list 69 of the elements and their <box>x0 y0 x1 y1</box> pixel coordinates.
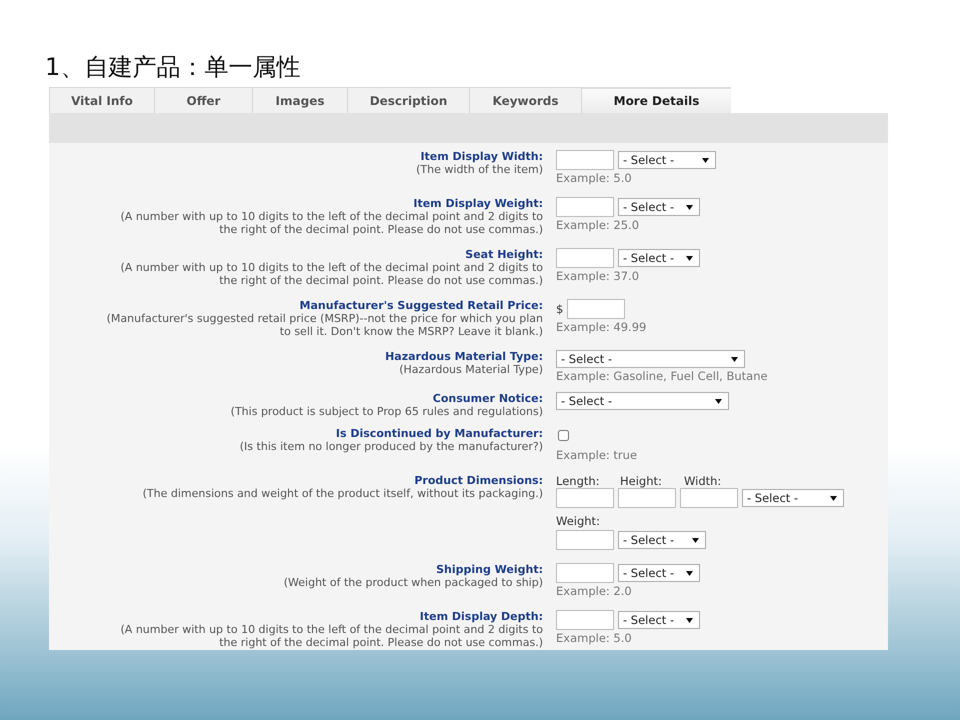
example-text: Example: 2.0 <box>556 584 633 598</box>
dropdown[interactable]: - Select - <box>618 151 716 169</box>
field-label: Is Discontinued by Manufacturer: <box>334 427 543 440</box>
dropdown[interactable]: - Select - <box>618 531 706 549</box>
example-text: Example: 37.0 <box>556 269 640 283</box>
field-hint: (Manufacturer's suggested retail price (MSRP)--not the price for which you plan to sell it. Don't know the MSRP? Leave it blank.) <box>106 312 543 338</box>
input-field[interactable] <box>556 248 614 268</box>
input-field[interactable] <box>556 610 614 630</box>
field-label: Item Display Depth: <box>418 610 543 623</box>
example-text: Example: Gasoline, Fuel Cell, Butane <box>556 369 768 383</box>
input-field[interactable] <box>680 488 738 508</box>
input-field[interactable] <box>556 150 614 170</box>
field-label: Manufacturer's Suggested Retail Price: <box>298 299 543 312</box>
slide-heading: 1、自建产品：单一属性 <box>45 52 302 83</box>
tab[interactable]: Description <box>347 87 469 113</box>
field-hint: (Hazardous Material Type) <box>398 363 543 376</box>
field-label: Item Display Width: <box>419 150 543 163</box>
caret-icon <box>686 256 693 260</box>
caret-icon <box>686 618 693 622</box>
input-field[interactable] <box>556 197 614 217</box>
checkbox[interactable] <box>558 430 569 441</box>
field-hint: (The width of the item) <box>415 163 543 176</box>
caret-icon <box>702 158 709 162</box>
input-field[interactable] <box>567 299 626 319</box>
dropdown[interactable]: - Select - <box>618 249 700 267</box>
field-hint: (Weight of the product when packaged to ship) <box>282 576 543 589</box>
input-field[interactable] <box>556 488 614 508</box>
dimension-label: Length: <box>556 474 601 488</box>
field-label: Seat Height: <box>464 248 543 261</box>
field-hint: (Is this item no longer produced by the manufacturer?) <box>238 440 543 453</box>
dropdown[interactable]: - Select - <box>742 489 844 507</box>
caret-icon <box>715 398 722 404</box>
dropdown[interactable]: - Select - <box>618 564 700 582</box>
field-label: Hazardous Material Type: <box>384 350 543 363</box>
tab[interactable]: More Details <box>581 87 731 113</box>
tab[interactable]: Images <box>252 87 347 113</box>
field-hint: (This product is subject to Prop 65 rules and regulations) <box>230 405 543 418</box>
dimension-label: Height: <box>620 474 663 488</box>
field-hint: (A number with up to 10 digits to the left of the decimal point and 2 digits to the right of the decimal point. Please do not use commas.) <box>120 623 543 649</box>
weight-label: Weight: <box>556 514 601 528</box>
input-field[interactable] <box>556 563 614 583</box>
example-text: Example: true <box>556 448 638 462</box>
example-text: Example: 5.0 <box>556 171 633 185</box>
caret-icon <box>686 204 693 210</box>
dropdown[interactable]: - Select - <box>618 198 700 216</box>
dropdown[interactable]: - Select - <box>556 392 729 410</box>
field-hint: (A number with up to 10 digits to the left of the decimal point and 2 digits to the right of the decimal point. Please do not use commas.) <box>120 261 543 287</box>
example-text: Example: 49.99 <box>556 320 646 334</box>
caret-icon <box>686 570 693 576</box>
field-label: Consumer Notice: <box>432 392 543 405</box>
example-text: Example: 25.0 <box>556 218 640 232</box>
caret-icon <box>692 538 699 542</box>
field-label: Product Dimensions: <box>413 474 543 487</box>
caret-icon <box>731 356 738 362</box>
input-field[interactable] <box>618 488 676 508</box>
tab[interactable]: Offer <box>154 87 252 113</box>
field-label: Shipping Weight: <box>435 563 543 576</box>
caret-icon <box>830 496 837 500</box>
field-hint: (A number with up to 10 digits to the left of the decimal point and 2 digits to the right of the decimal point. Please do not use commas.) <box>120 210 543 236</box>
dimension-label: Width: <box>684 474 722 488</box>
dropdown[interactable]: - Select - <box>618 611 700 629</box>
tab[interactable]: Keywords <box>469 87 581 113</box>
example-text: Example: 5.0 <box>556 631 633 645</box>
currency-symbol: $ <box>556 302 564 316</box>
field-hint: (The dimensions and weight of the product itself, without its packaging.) <box>142 487 543 500</box>
input-field[interactable] <box>556 530 614 550</box>
field-label: Item Display Weight: <box>412 197 543 210</box>
dropdown[interactable]: - Select - <box>556 350 745 368</box>
tab[interactable]: Vital Info <box>49 87 154 113</box>
